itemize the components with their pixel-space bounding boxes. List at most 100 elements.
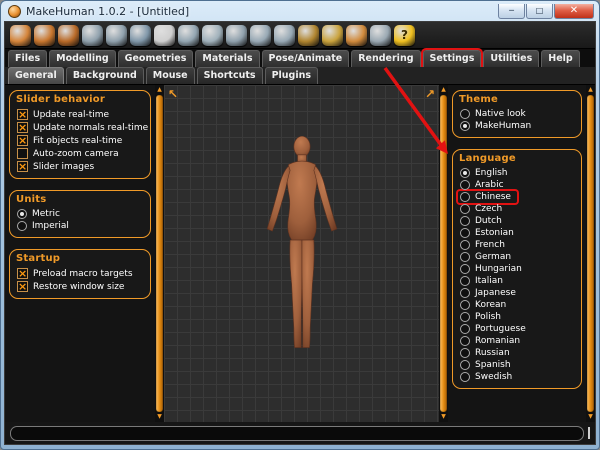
scroll-up-icon[interactable]: ▲ <box>588 86 593 94</box>
viewport-3d[interactable]: ↖ ↗ <box>164 85 439 422</box>
scrollbar-thumb[interactable] <box>156 95 163 412</box>
radio-language-romanian[interactable]: Romanian <box>458 335 577 347</box>
scrollbar-thumb[interactable] <box>440 95 447 412</box>
checkbox-restore-window-size[interactable]: Restore window size <box>15 280 146 293</box>
checkbox-update-normals-real-time[interactable]: Update normals real-time <box>15 121 146 134</box>
radio-metric[interactable]: Metric <box>15 208 146 220</box>
load-icon[interactable] <box>34 25 55 46</box>
camera-pan-ne-icon[interactable]: ↗ <box>425 87 435 101</box>
grab-screen-icon[interactable] <box>298 25 319 46</box>
radio-language-estonian[interactable]: Estonian <box>458 227 577 239</box>
grid-icon[interactable] <box>178 25 199 46</box>
checkbox-update-real-time[interactable]: Update real-time <box>15 108 146 121</box>
radio-language-italian[interactable]: Italian <box>458 275 577 287</box>
radio-icon <box>460 336 470 346</box>
radio-theme-makehuman[interactable]: MakeHuman <box>458 120 577 132</box>
save-icon[interactable] <box>58 25 79 46</box>
tab-pose-animate[interactable]: Pose/Animate <box>262 50 350 67</box>
tab-files[interactable]: Files <box>8 50 47 67</box>
checkbox-slider-images[interactable]: Slider images <box>15 160 146 173</box>
human-model[interactable] <box>257 132 346 354</box>
wings-icon[interactable] <box>322 25 343 46</box>
units-group: Units Metric Imperial <box>9 190 151 238</box>
radio-language-spanish[interactable]: Spanish <box>458 359 577 371</box>
scroll-up-icon[interactable]: ▲ <box>157 86 162 94</box>
radio-label: Metric <box>32 209 60 219</box>
radio-theme-native-look[interactable]: Native look <box>458 108 577 120</box>
radio-imperial[interactable]: Imperial <box>15 220 146 232</box>
checkbox-auto-zoom-camera[interactable]: Auto-zoom camera <box>15 147 146 160</box>
minimize-button[interactable]: ─ <box>498 4 525 19</box>
tab-rendering[interactable]: Rendering <box>351 50 420 67</box>
radio-language-polish[interactable]: Polish <box>458 311 577 323</box>
scroll-up-icon[interactable]: ▲ <box>441 86 446 94</box>
radio-label: Swedish <box>475 372 512 382</box>
checkbox-icon <box>17 109 28 120</box>
subtab-mouse[interactable]: Mouse <box>146 67 195 84</box>
checkbox-preload-macro-targets[interactable]: Preload macro targets <box>15 267 146 280</box>
radio-icon <box>17 221 27 231</box>
symmetry-left-icon[interactable] <box>250 25 271 46</box>
tab-help[interactable]: Help <box>541 50 579 67</box>
checkbox-label: Auto-zoom camera <box>33 149 119 159</box>
maximize-button[interactable]: □ <box>526 4 553 19</box>
theme-group: Theme Native look MakeHuman <box>452 90 582 138</box>
help-icon[interactable]: ? <box>394 25 415 46</box>
radio-language-korean[interactable]: Korean <box>458 299 577 311</box>
checkbox-fit-objects-real-time[interactable]: Fit objects real-time <box>15 134 146 147</box>
subtab-shortcuts[interactable]: Shortcuts <box>197 67 263 84</box>
group-title: Slider behavior <box>16 94 146 105</box>
radio-language-arabic[interactable]: Arabic <box>458 179 577 191</box>
redo-icon[interactable] <box>106 25 127 46</box>
radio-icon <box>460 204 470 214</box>
symmetry-right-icon[interactable] <box>274 25 295 46</box>
panel-edge-scrollbar[interactable]: ▲ ▼ <box>586 85 595 422</box>
background-icon[interactable] <box>154 25 175 46</box>
tab-utilities[interactable]: Utilities <box>483 50 539 67</box>
tab-label: Rendering <box>358 53 413 64</box>
radio-language-russian[interactable]: Russian <box>458 347 577 359</box>
tab-label: Utilities <box>490 53 532 64</box>
scroll-down-icon[interactable]: ▼ <box>588 413 593 421</box>
human-pose-icon[interactable] <box>346 25 367 46</box>
undo-icon[interactable] <box>82 25 103 46</box>
radio-label: Arabic <box>475 180 504 190</box>
globe-icon[interactable] <box>130 25 151 46</box>
radio-language-czech[interactable]: Czech <box>458 203 577 215</box>
smooth-icon[interactable] <box>226 25 247 46</box>
radio-language-swedish[interactable]: Swedish <box>458 371 577 383</box>
radio-language-english[interactable]: English <box>458 167 577 179</box>
tab-materials[interactable]: Materials <box>195 50 259 67</box>
radio-label: Native look <box>475 109 526 119</box>
subtab-background[interactable]: Background <box>66 67 144 84</box>
radio-language-french[interactable]: French <box>458 239 577 251</box>
camera-pan-nw-icon[interactable]: ↖ <box>168 87 178 101</box>
camera-icon[interactable] <box>370 25 391 46</box>
scrollbar-thumb[interactable] <box>587 95 594 412</box>
left-panel-scrollbar[interactable]: ▲ ▼ <box>155 85 164 422</box>
tab-modelling[interactable]: Modelling <box>49 50 116 67</box>
subtab-plugins[interactable]: Plugins <box>265 67 318 84</box>
radio-language-german[interactable]: German <box>458 251 577 263</box>
new-file-icon[interactable] <box>10 25 31 46</box>
group-title: Language <box>459 153 577 164</box>
radio-icon <box>460 324 470 334</box>
right-panel-scrollbar[interactable]: ▲ ▼ <box>439 85 448 422</box>
radio-language-portuguese[interactable]: Portuguese <box>458 323 577 335</box>
close-button[interactable]: ✕ <box>554 4 594 19</box>
checkbox-icon <box>17 281 28 292</box>
scroll-down-icon[interactable]: ▼ <box>157 413 162 421</box>
scroll-down-icon[interactable]: ▼ <box>441 413 446 421</box>
tab-geometries[interactable]: Geometries <box>118 50 194 67</box>
wireframe-icon[interactable] <box>202 25 223 46</box>
radio-language-chinese[interactable]: Chinese <box>458 191 517 203</box>
radio-icon <box>460 288 470 298</box>
title-bar[interactable]: MakeHuman 1.0.2 - [Untitled] ─ □ ✕ <box>4 1 596 21</box>
radio-language-dutch[interactable]: Dutch <box>458 215 577 227</box>
command-input[interactable] <box>10 426 584 441</box>
tab-settings[interactable]: Settings <box>423 50 482 67</box>
subtab-general[interactable]: General <box>8 67 64 84</box>
radio-language-hungarian[interactable]: Hungarian <box>458 263 577 275</box>
radio-language-japanese[interactable]: Japanese <box>458 287 577 299</box>
tab-label: Settings <box>430 53 475 64</box>
